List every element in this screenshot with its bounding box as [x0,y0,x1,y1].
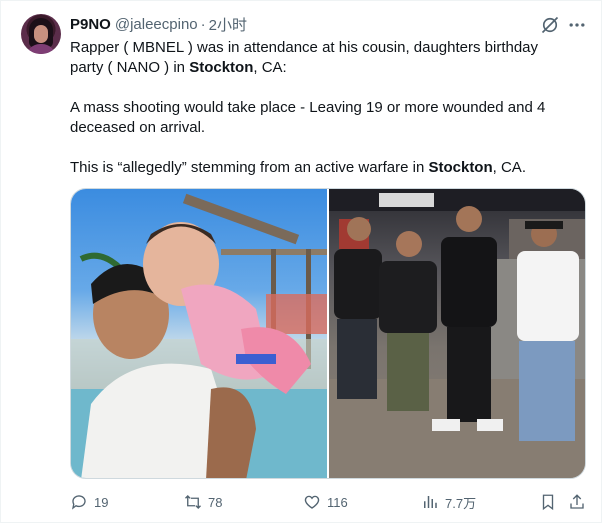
hashtag-stockton-2[interactable]: Stockton [428,159,492,176]
separator-dot: · [200,15,206,33]
bookmark-icon [542,494,554,511]
avatar[interactable] [21,14,61,54]
photo-left[interactable] [71,189,327,478]
action-bar: 19 78 116 7.7万 [70,491,588,513]
views-button[interactable]: 7.7万 [421,491,476,513]
hashtag-stockton[interactable]: Stockton [189,59,253,76]
tweet-paragraph-1: Rapper ( MBNEL ) was in attendance at hi… [70,39,539,76]
bookmark-button[interactable] [539,491,557,513]
repost-button[interactable]: 78 [184,491,222,513]
tweet-header: P9NO @jaleecpino · 2小时 [70,14,247,34]
media-grid [70,188,586,479]
reply-count: 19 [94,494,109,510]
tweet-paragraph-2: A mass shooting would take place - Leavi… [70,99,546,136]
photo-right[interactable] [329,189,585,478]
tweet[interactable]: P9NO @jaleecpino · 2小时 Rapper ( MBNEL ) … [0,0,602,523]
reply-button[interactable]: 19 [70,491,108,513]
share-icon [570,494,584,509]
repost-count: 78 [208,494,223,510]
views-icon [424,496,437,508]
reply-icon [71,495,86,510]
tweet-paragraph-3: This is “allegedly” stemming from an act… [70,159,526,176]
author-name[interactable]: P9NO [70,16,111,33]
share-button[interactable] [568,491,586,513]
grok-icon[interactable] [540,15,560,35]
tweet-text: Rapper ( MBNEL ) was in attendance at hi… [70,38,570,178]
like-count: 116 [327,494,348,510]
like-icon [304,495,320,509]
more-icon[interactable] [567,15,587,35]
views-count: 7.7万 [445,495,477,511]
timestamp[interactable]: 2小时 [209,14,247,35]
author-handle[interactable]: @jaleecpino [115,16,198,33]
like-button[interactable]: 116 [303,491,348,513]
repost-icon [185,495,201,509]
